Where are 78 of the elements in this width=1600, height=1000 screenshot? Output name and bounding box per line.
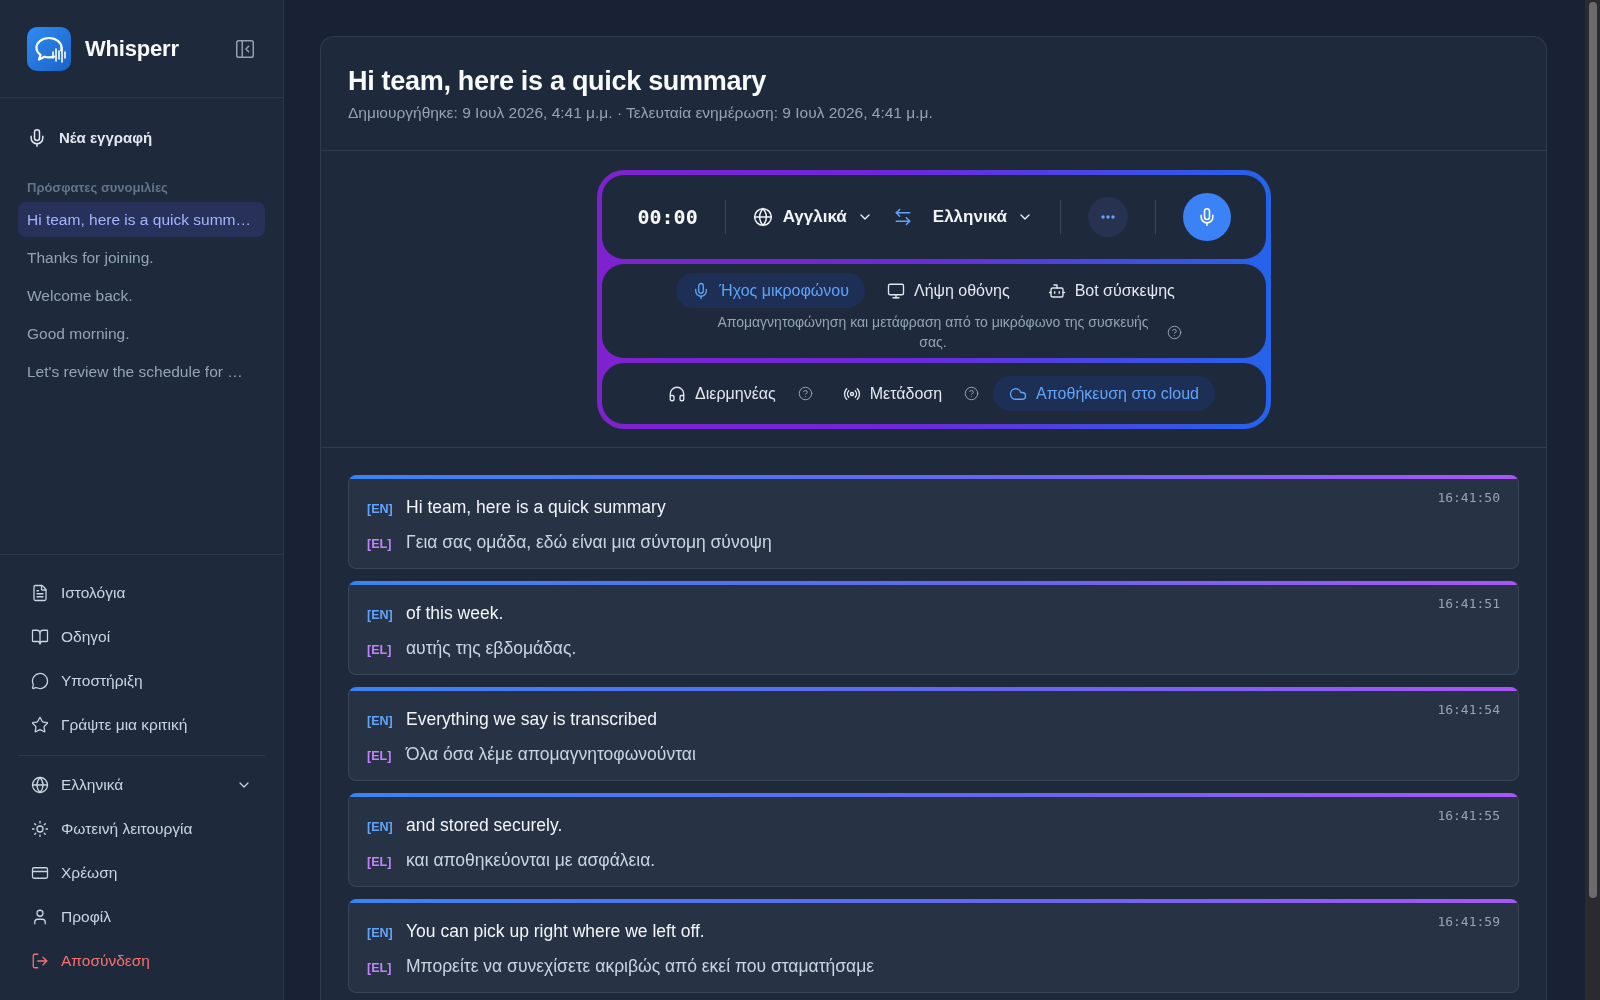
language-tag: [EL]	[367, 643, 396, 657]
sidebar-link[interactable]: Ιστολόγια	[18, 571, 265, 615]
language-tag: [EL]	[367, 855, 396, 869]
globe-icon	[31, 776, 49, 794]
option-toggle[interactable]: Αποθήκευση στο cloud	[993, 376, 1215, 411]
user-icon	[31, 908, 49, 926]
language-select[interactable]: Ελληνικά	[18, 763, 265, 807]
help-icon[interactable]	[964, 386, 980, 401]
source-text: and stored securely.	[406, 814, 563, 837]
star-icon	[31, 716, 49, 734]
timestamp: 16:41:55	[1437, 808, 1500, 824]
language-tag: [EL]	[367, 961, 396, 975]
conversation-item[interactable]: Let's review the schedule for …	[18, 354, 265, 389]
sidebar-link[interactable]: Οδηγοί	[18, 615, 265, 659]
language-tag: [EN]	[367, 926, 396, 940]
conversation-item[interactable]: Hi team, here is a quick summ…	[18, 202, 265, 237]
timestamp: 16:41:54	[1437, 702, 1500, 718]
headphones-icon	[668, 384, 687, 403]
sidebar-link[interactable]: Χρέωση	[18, 851, 265, 895]
chat-bubble-icon	[31, 672, 49, 690]
translation-text: Μπορείτε να συνεχίσετε ακριβώς από εκεί που σταματήσαμε	[406, 955, 875, 978]
sidebar-link[interactable]: Αποσύνδεση	[18, 939, 265, 983]
new-recording-button[interactable]: Νέα εγγραφή	[18, 120, 162, 156]
record-button[interactable]	[1183, 193, 1231, 241]
sidebar-link[interactable]: Προφίλ	[18, 895, 265, 939]
monitor-icon	[887, 281, 905, 300]
source-text: You can pick up right where we left off.	[406, 920, 705, 943]
option-toggle[interactable]: Διερμηνέας	[652, 376, 792, 411]
language-tag: [EN]	[367, 820, 396, 834]
section-label: Πρόσφατες συνομιλίες	[27, 180, 168, 196]
translation-text: και αποθηκεύονται με ασφάλεια.	[406, 849, 656, 872]
source-description: Απομαγνητοφώνηση και μετάφραση από το μικρόφωνο της συσκευής σας.	[716, 313, 1150, 352]
document-icon	[31, 584, 49, 602]
app-name: Whisperr	[85, 35, 179, 62]
timer: 00:00	[637, 205, 698, 229]
language-tag: [EN]	[367, 502, 396, 516]
logout-icon	[31, 952, 49, 970]
language-tag: [EL]	[367, 537, 396, 551]
timestamp: 16:41:51	[1437, 596, 1500, 612]
source-text: of this week.	[406, 602, 504, 625]
translation-text: Γεια σας ομάδα, εδώ είναι μια σύντομη σύνοψη	[406, 531, 772, 554]
language-tag: [EL]	[367, 749, 396, 763]
source-tab[interactable]: Λήψη οθόνης	[871, 273, 1026, 308]
sidebar-link[interactable]: Γράψτε μια κριτική	[18, 703, 265, 747]
target-language-select[interactable]: Ελληνικά	[932, 203, 1033, 231]
credit-card-icon	[31, 864, 49, 882]
book-icon	[31, 628, 49, 646]
scrollbar-thumb[interactable]	[1589, 2, 1597, 898]
microphone-icon	[1197, 207, 1217, 227]
sidebar-toggle-icon[interactable]	[234, 37, 256, 60]
conversation-item[interactable]: Welcome back.	[18, 278, 265, 313]
robot-icon	[1047, 281, 1066, 300]
translation-text: αυτής της εβδομάδας.	[406, 637, 577, 660]
conversation-meta: Δημιουργήθηκε: 9 Ιουλ 2026, 4:41 μ.μ. · Τελευταία ενημέρωση: 9 Ιουλ 2026, 4:41 μ.μ.	[348, 103, 934, 123]
source-text: Everything we say is transcribed	[406, 708, 657, 731]
source-tab[interactable]: Bot σύσκεψης	[1031, 273, 1191, 308]
sidebar-link[interactable]: Φωτεινή λειτουργία	[18, 807, 265, 851]
translation-text: Όλα όσα λέμε απομαγνητοφωνούνται	[406, 743, 696, 766]
conversation-title: Hi team, here is a quick summary	[348, 65, 768, 97]
conversation-item[interactable]: Thanks for joining.	[18, 240, 265, 275]
sun-icon	[31, 820, 49, 838]
more-icon	[1101, 215, 1115, 219]
option-toggle[interactable]: Μετάδοση	[826, 376, 959, 411]
source-text: Hi team, here is a quick summary	[406, 496, 666, 519]
language-tag: [EN]	[367, 608, 396, 622]
more-button[interactable]	[1088, 197, 1128, 237]
microphone-icon	[27, 128, 47, 148]
language-tag: [EN]	[367, 714, 396, 728]
app-logo	[27, 26, 71, 71]
globe-icon	[752, 207, 773, 227]
help-icon[interactable]	[797, 386, 813, 401]
source-language-select[interactable]: Αγγλικά	[752, 203, 873, 231]
source-tab[interactable]: Ήχος μικροφώνου	[676, 273, 865, 308]
timestamp: 16:41:59	[1437, 914, 1500, 930]
timestamp: 16:41:50	[1437, 490, 1500, 506]
conversation-item[interactable]: Good morning.	[18, 316, 265, 351]
sidebar-link[interactable]: Υποστήριξη	[18, 659, 265, 703]
help-icon[interactable]	[1167, 324, 1182, 340]
